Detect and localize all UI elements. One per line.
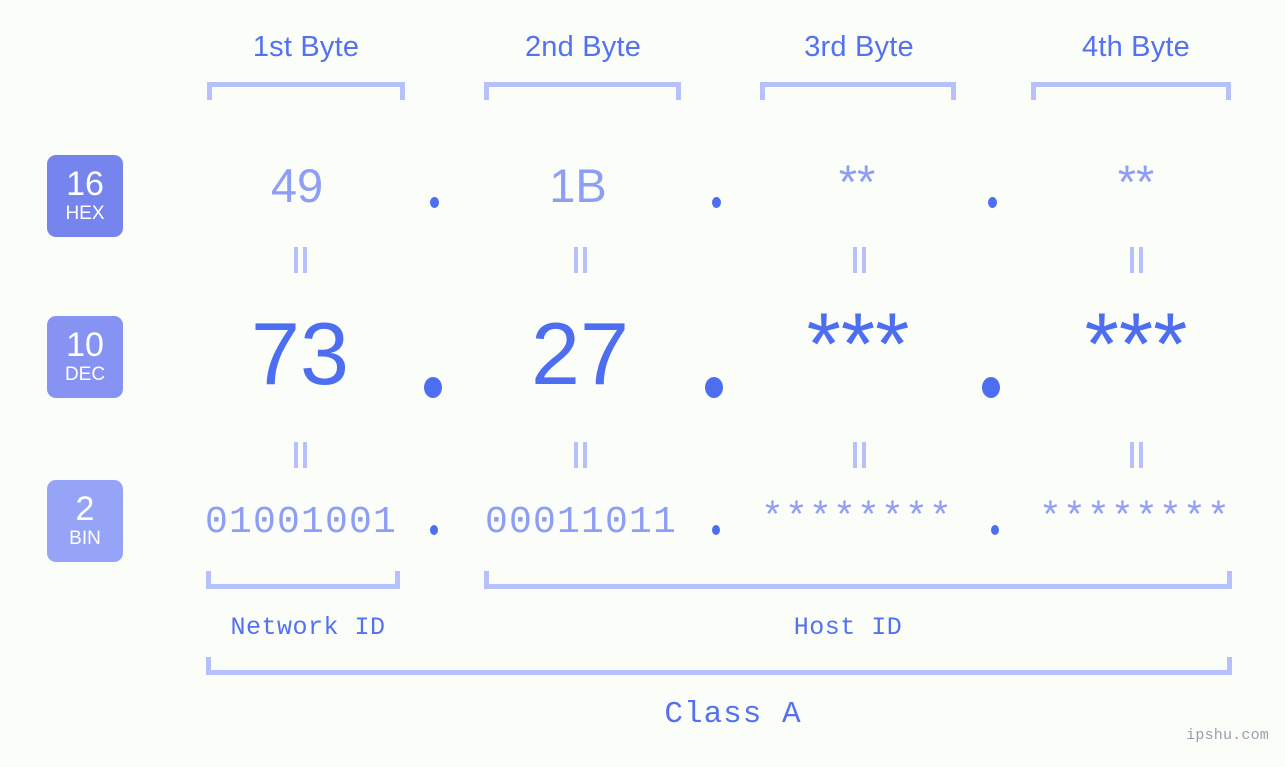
equals-mark-dec-bin-1 (294, 442, 307, 468)
base-badge-dec: 10 DEC (47, 316, 123, 398)
dec-dot-separator-3 (982, 377, 1000, 398)
class-bracket (206, 657, 1232, 675)
base-badge-hex-name: HEX (65, 202, 105, 224)
base-badge-dec-name: DEC (64, 363, 106, 385)
host-id-bracket (484, 571, 1232, 589)
bin-dot-separator-1 (430, 525, 438, 535)
bin-byte-3: ******** (760, 497, 954, 540)
column-header-2nd-byte: 2nd Byte (524, 31, 642, 63)
hex-byte-3: ** (838, 155, 876, 208)
column-header-3rd-byte: 3rd Byte (804, 31, 914, 63)
equals-mark-hex-dec-1 (294, 247, 307, 273)
hex-byte-1: 49 (270, 159, 324, 212)
dec-dot-separator-1 (424, 377, 442, 398)
column-header-1st-byte: 1st Byte (252, 31, 360, 63)
base-badge-dec-number: 10 (66, 326, 104, 365)
equals-mark-dec-bin-3 (853, 442, 866, 468)
dec-byte-3: *** (806, 294, 910, 393)
bin-byte-1: 01001001 (204, 501, 398, 544)
equals-mark-dec-bin-2 (574, 442, 587, 468)
ip-address-breakdown-diagram: 1st Byte 2nd Byte 3rd Byte 4th Byte 16 H… (0, 0, 1285, 767)
dec-byte-4: *** (1084, 294, 1188, 393)
base-badge-bin-name: BIN (69, 527, 101, 549)
equals-mark-hex-dec-2 (574, 247, 587, 273)
byte-bracket-top-4 (1031, 82, 1231, 100)
base-badge-hex: 16 HEX (47, 155, 123, 237)
hex-dot-separator-3 (988, 197, 997, 208)
equals-mark-hex-dec-4 (1130, 247, 1143, 273)
dec-dot-separator-2 (705, 377, 723, 398)
class-label: Class A (664, 697, 802, 732)
byte-bracket-top-2 (484, 82, 681, 100)
hex-dot-separator-2 (712, 197, 721, 208)
host-id-label: Host ID (793, 613, 903, 642)
hex-byte-4: ** (1117, 155, 1155, 208)
dec-byte-1: 73 (251, 304, 349, 403)
bin-byte-2: 00011011 (484, 501, 678, 544)
base-badge-bin-number: 2 (75, 490, 95, 529)
equals-mark-hex-dec-3 (853, 247, 866, 273)
network-id-label: Network ID (230, 613, 386, 642)
bin-dot-separator-3 (991, 525, 999, 535)
hex-byte-2: 1B (549, 159, 607, 212)
byte-bracket-top-1 (207, 82, 405, 100)
network-id-bracket (206, 571, 400, 589)
hex-dot-separator-1 (430, 197, 439, 208)
column-header-4th-byte: 4th Byte (1082, 31, 1190, 63)
equals-mark-dec-bin-4 (1130, 442, 1143, 468)
dec-byte-2: 27 (531, 304, 629, 403)
bin-byte-4: ******** (1038, 497, 1232, 540)
bin-dot-separator-2 (712, 525, 720, 535)
base-badge-bin: 2 BIN (47, 480, 123, 562)
site-watermark: ipshu.com (1186, 727, 1269, 744)
base-badge-hex-number: 16 (66, 165, 104, 204)
byte-bracket-top-3 (760, 82, 956, 100)
